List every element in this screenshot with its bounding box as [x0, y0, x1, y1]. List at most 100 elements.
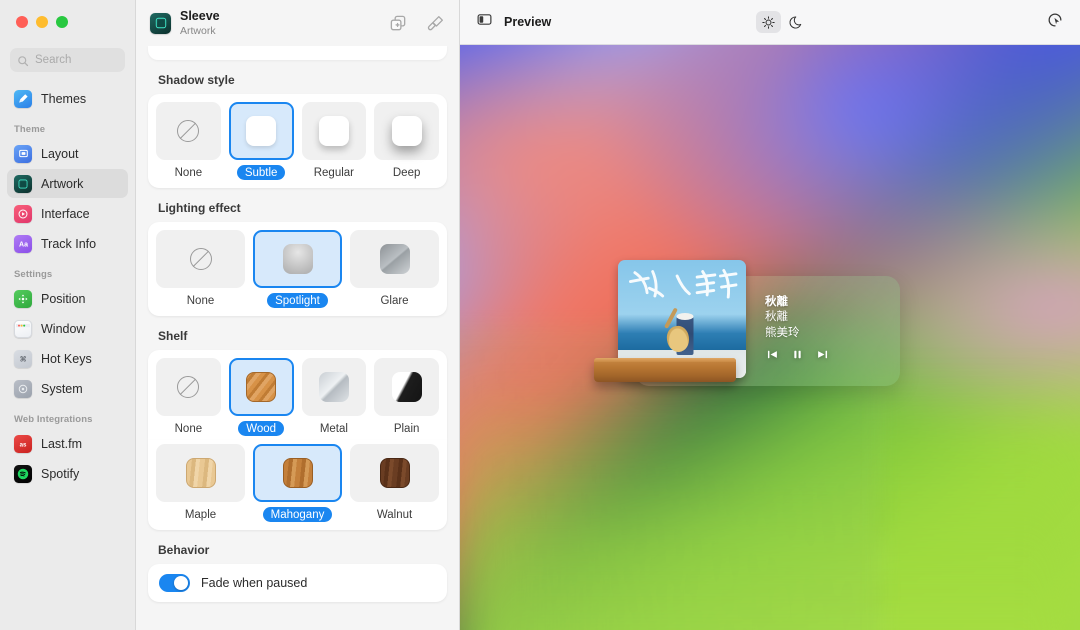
shelf-option-metal[interactable]: Metal [301, 358, 367, 436]
widget-album: 秋離 [765, 309, 788, 324]
shelf-option-none[interactable]: None [156, 358, 221, 436]
sidebar-item-lastfm[interactable]: as Last.fm [7, 429, 128, 458]
lighting-effect-option-none[interactable]: None [156, 230, 245, 308]
mahogany-wood-icon [282, 458, 313, 488]
sidebar-item-themes[interactable]: Themes [7, 84, 128, 113]
search-input[interactable]: Search [10, 48, 125, 72]
widget-playback-controls [766, 348, 829, 361]
option-tile [228, 358, 294, 416]
option-tile [374, 358, 439, 416]
section-label-behavior: Behavior [158, 543, 210, 557]
sidebar-item-spotify[interactable]: Spotify [7, 459, 128, 488]
option-tile [350, 230, 439, 288]
wooden-shelf [594, 358, 736, 382]
next-icon[interactable] [816, 348, 829, 361]
svg-text:Aa: Aa [19, 241, 28, 248]
track-info-icon: Aa [14, 234, 32, 253]
option-tile [301, 358, 367, 416]
previous-icon[interactable] [766, 348, 779, 361]
option-tile [228, 102, 294, 160]
toggle-knob [173, 575, 189, 591]
subtle-shadow-icon [246, 116, 277, 146]
sidebar-item-label: Window [41, 321, 86, 336]
regular-shadow-icon [318, 116, 349, 146]
behavior-options: Fade when paused [148, 564, 447, 602]
sidebar-group-web-integrations: Web Integrations [14, 414, 93, 425]
album-artwork-container [594, 260, 746, 382]
detail-panel: Sleeve Artwork Shadow style None Subtle … [136, 0, 460, 630]
detail-header-texts: Sleeve Artwork [180, 9, 220, 36]
zoom-window-button[interactable] [56, 16, 68, 28]
dark-mode-button[interactable] [783, 11, 808, 33]
appearance-mode-segmented-control [756, 11, 808, 33]
plain-shelf-icon [391, 372, 422, 402]
sleeve-widget[interactable]: 秋離 秋離 熊美玲 [594, 260, 900, 386]
pause-icon[interactable] [791, 348, 804, 361]
lighting-effect-option-spotlight[interactable]: Spotlight [253, 230, 342, 308]
settings-scroll-area[interactable]: Shadow style None Subtle Regular Deep Li… [136, 46, 459, 630]
shelf-option-wood[interactable]: Wood [228, 358, 294, 436]
wood-shelf-icon [246, 372, 277, 402]
layout-icon [14, 144, 32, 163]
lighting-effect-option-glare[interactable]: Glare [350, 230, 439, 308]
option-label: None [174, 422, 203, 435]
sidebar-item-label: Interface [41, 206, 90, 221]
option-label: None [186, 294, 215, 307]
sidebar-item-system[interactable]: System [7, 374, 128, 403]
preview-header: Preview [460, 0, 1080, 45]
svg-text:as: as [20, 441, 27, 448]
sidebar-item-position[interactable]: Position [7, 284, 128, 313]
section-label-shadow-style: Shadow style [158, 73, 235, 87]
close-window-button[interactable] [16, 16, 28, 28]
option-tile [156, 230, 245, 288]
themes-icon [14, 89, 32, 108]
option-tile [374, 102, 439, 160]
section-label-shelf: Shelf [158, 329, 188, 343]
sidebar-item-label: Last.fm [41, 436, 82, 451]
sidebar: Search Themes Theme Layout Artwork Inter… [0, 0, 136, 630]
paintbrush-icon[interactable] [426, 14, 445, 33]
spotlight-icon [282, 244, 313, 274]
shadow-style-option-subtle[interactable]: Subtle [228, 102, 294, 180]
system-icon [14, 379, 32, 398]
sidebar-item-window[interactable]: Window [7, 314, 128, 343]
option-label: Subtle [236, 165, 286, 180]
sidebar-item-label: Themes [41, 91, 87, 106]
sidebar-item-label: Spotify [41, 466, 80, 481]
page-subtitle: Artwork [180, 24, 216, 37]
sidebar-item-interface[interactable]: Interface [7, 199, 128, 228]
duplicate-icon[interactable] [389, 14, 408, 33]
page-title: Sleeve [180, 9, 220, 24]
sidebar-item-layout[interactable]: Layout [7, 139, 128, 168]
wood-type-options: Maple Mahogany Walnut [148, 440, 447, 530]
section-label-lighting-effect: Lighting effect [158, 201, 241, 215]
cursor-arc-icon[interactable] [1046, 11, 1064, 34]
preview-pane: Preview 秋離 秋離 熊美玲 [460, 0, 1080, 630]
sidebar-item-label: Artwork [41, 176, 84, 191]
wood-type-option-walnut[interactable]: Walnut [350, 444, 439, 522]
shelf-option-plain[interactable]: Plain [374, 358, 439, 436]
sidebar-item-track-info[interactable]: Aa Track Info [7, 229, 128, 258]
widget-track-title: 秋離 [765, 294, 788, 308]
wood-type-option-mahogany[interactable]: Mahogany [253, 444, 342, 522]
fade-when-paused-toggle[interactable] [159, 574, 190, 592]
wood-type-option-maple[interactable]: Maple [156, 444, 245, 522]
light-mode-button[interactable] [756, 11, 781, 33]
option-tile [301, 102, 367, 160]
sidebar-item-label: Track Info [41, 236, 97, 251]
lighting-effect-options: None Spotlight Glare [148, 222, 447, 316]
sidebar-item-hot-keys[interactable]: ⌘ Hot Keys [7, 344, 128, 373]
glare-icon [379, 244, 410, 274]
minimize-window-button[interactable] [36, 16, 48, 28]
shadow-style-option-deep[interactable]: Deep [374, 102, 439, 180]
shadow-style-option-none[interactable]: None [156, 102, 221, 180]
deep-shadow-icon [391, 116, 422, 146]
panel-toggle-icon[interactable] [476, 11, 493, 33]
option-tile [156, 444, 245, 502]
shadow-style-option-regular[interactable]: Regular [301, 102, 367, 180]
sidebar-item-artwork[interactable]: Artwork [7, 169, 128, 198]
shelf-options: None Wood Metal Plain [148, 350, 447, 440]
option-tile [253, 230, 342, 288]
fade-when-paused-label: Fade when paused [201, 576, 308, 590]
option-label: Metal [319, 422, 348, 435]
